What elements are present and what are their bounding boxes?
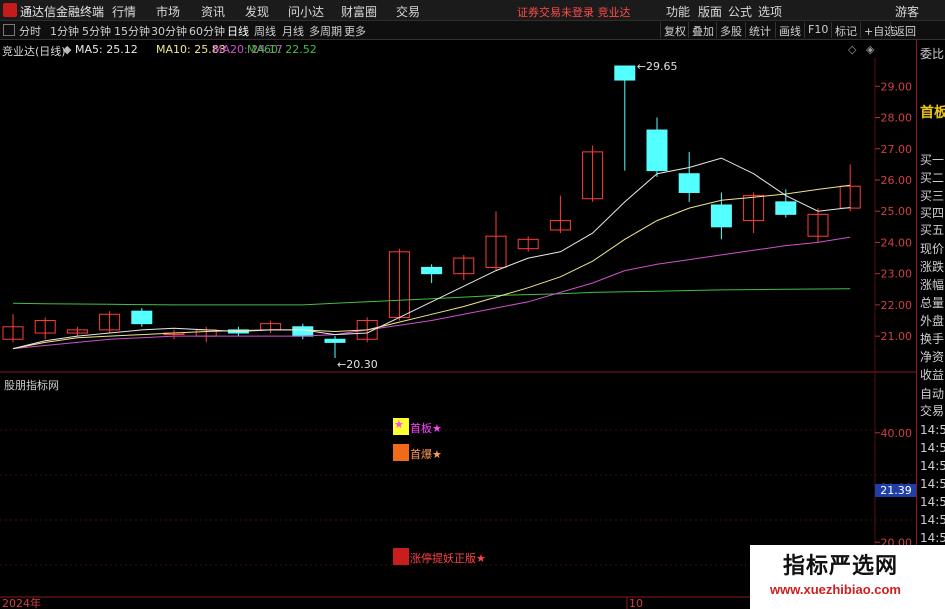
candle-body [646, 129, 668, 172]
price-tick-label: 21.00 [881, 330, 913, 343]
right-panel-item: 14:55 [920, 441, 945, 455]
right-panel-item: 总量 [920, 296, 945, 310]
right-panel-item: 14:56 [920, 513, 945, 527]
signal-box-zhangting [393, 548, 409, 565]
right-panel-item: 买一 [920, 153, 945, 167]
right-panel-item: 14:56 [920, 495, 945, 509]
candle-body [614, 65, 636, 81]
right-panel-item: 买二 [920, 171, 945, 185]
price-tick-label: 29.00 [881, 80, 913, 93]
watermark-url: www.xuezhibiao.com [770, 582, 901, 597]
candle-body [421, 266, 443, 275]
price-grid [0, 58, 916, 598]
signal-label-shouban: 首板★ [410, 422, 442, 435]
signal-star-icon: ★ [394, 418, 404, 431]
right-panel-item: 首板 [920, 105, 945, 121]
signal-label-shoubao: 首爆★ [410, 448, 442, 461]
right-panel-item: 涨幅 [920, 278, 945, 292]
right-panel-item: 14:56 [920, 531, 945, 545]
right-panel-item: 14:56 [920, 459, 945, 473]
watermark-title: 指标严选网 [783, 554, 899, 579]
signal-box-shouban: ★ [393, 418, 409, 435]
signal-box-shoubao [393, 444, 409, 461]
watermark: 指标严选网 www.xuezhibiao.com [750, 545, 945, 609]
candle-body [131, 310, 153, 325]
price-tick-label: 25.00 [881, 205, 913, 218]
right-panel-item: 换手 [920, 332, 945, 346]
right-panel-item: 委比 [920, 47, 945, 61]
current-value-label: 21.39 [880, 484, 912, 497]
right-panel-item: 交易 [920, 404, 945, 418]
candle-body [775, 201, 797, 215]
right-panel-item: 外盘 [920, 314, 945, 328]
right-panel-item: 买五 [920, 223, 945, 237]
price-axis-group: 29.00 28.00 27.00 26.00 25.00 24.00 23.00 22.00… [875, 80, 916, 549]
right-panel-item: 自动 [920, 387, 945, 401]
right-panel-item: 买四 [920, 206, 945, 220]
indicator-tick-label: 40.00 [881, 427, 913, 440]
price-tick-label: 24.00 [881, 236, 913, 249]
kline-chart[interactable]: 29.00 28.00 27.00 26.00 25.00 24.00 23.00 22.00… [0, 0, 945, 609]
right-panel-item: 收益 [920, 368, 945, 382]
candle-body [710, 204, 732, 228]
ma20-line [12, 236, 851, 350]
right-panel-item: 涨跌 [920, 260, 945, 274]
price-tick-label: 23.00 [881, 268, 913, 281]
price-tick-label: 28.00 [881, 112, 913, 125]
candle-body [292, 326, 314, 337]
right-quote-panel: 委比首板买一买二买三买四买五现价涨跌涨幅总量外盘换手净资收益自动交易 14:55 1… [916, 40, 945, 609]
price-tick-label: 27.00 [881, 143, 913, 156]
signal-label-zhangting: 涨停提妖正版★ [410, 552, 486, 565]
ma60-line [12, 288, 851, 306]
high-annotation: ←29.65 [637, 60, 678, 73]
right-panel-item: 14:55 [920, 423, 945, 437]
low-annotation: ←20.30 [337, 358, 378, 371]
date-label: 10 [629, 597, 643, 609]
right-panel-item: 净资 [920, 350, 945, 364]
right-panel-item: 买三 [920, 189, 945, 203]
right-panel-item: 14:56 [920, 477, 945, 491]
date-label: 2024年 [2, 596, 41, 609]
price-tick-label: 22.00 [881, 299, 913, 312]
candle-body [678, 173, 700, 193]
right-panel-item: 现价 [920, 242, 945, 256]
price-tick-label: 26.00 [881, 174, 913, 187]
indicator-title: 股朋指标网 [4, 379, 59, 392]
candle-body [324, 338, 346, 343]
